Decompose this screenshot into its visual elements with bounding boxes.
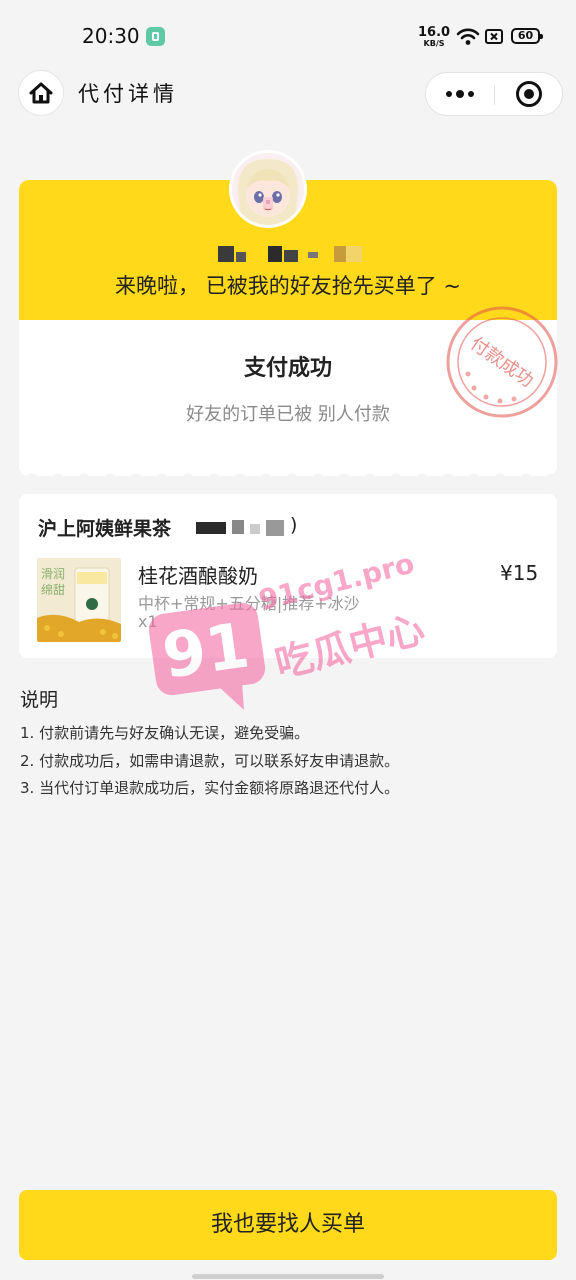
more-dots-icon bbox=[446, 90, 474, 98]
svg-text:滑润: 滑润 bbox=[41, 567, 65, 581]
network-speed-unit: KB/S bbox=[423, 39, 445, 48]
note-item: 3. 当代付订单退款成功后，实付金额将原路退还代付人。 bbox=[20, 779, 400, 797]
svg-text:吃瓜中心: 吃瓜中心 bbox=[271, 607, 428, 686]
watermark-overlay: 91 91cg1.pro 吃瓜中心 bbox=[148, 548, 428, 710]
payment-success-stamp: 付款成功 bbox=[446, 306, 558, 418]
close-button[interactable] bbox=[495, 73, 563, 115]
product-image: 滑润 绵甜 bbox=[37, 558, 121, 642]
more-button[interactable] bbox=[426, 73, 494, 115]
notes-title: 说明 bbox=[20, 689, 59, 711]
note-item: 2. 付款成功后，如需申请退款，可以联系好友申请退款。 bbox=[20, 752, 400, 770]
network-speed: 16.0 KB/S bbox=[418, 26, 450, 48]
result-message: 来晚啦， 已被我的好友抢先买单了 ~ bbox=[115, 274, 461, 298]
masked-shop-branch bbox=[192, 516, 296, 540]
svg-text:付款成功: 付款成功 bbox=[466, 333, 537, 391]
home-icon bbox=[29, 82, 53, 104]
app-notification-icon bbox=[146, 27, 165, 46]
shop-name: 沪上阿姨鲜果茶 bbox=[38, 518, 172, 540]
status-time: 20:30 bbox=[82, 24, 140, 48]
find-someone-to-pay-button[interactable]: 我也要找人买单 bbox=[19, 1190, 557, 1260]
home-indicator[interactable] bbox=[192, 1274, 384, 1279]
sim-icon bbox=[485, 29, 503, 44]
page-title: 代付详情 bbox=[78, 82, 178, 106]
target-close-icon bbox=[516, 81, 542, 107]
home-button[interactable] bbox=[18, 70, 64, 116]
note-item: 1. 付款前请先与好友确认无误，避免受骗。 bbox=[20, 724, 310, 742]
svg-text:91: 91 bbox=[158, 608, 254, 692]
battery-icon: 60 bbox=[511, 28, 543, 44]
product-price: ¥15 bbox=[500, 561, 539, 585]
network-speed-value: 16.0 bbox=[418, 25, 451, 40]
masked-friend-name bbox=[210, 244, 370, 266]
status-bar: 20:30 16.0 KB/S 60 bbox=[0, 0, 576, 72]
svg-text:91cg1.pro: 91cg1.pro bbox=[255, 548, 417, 617]
wifi-icon bbox=[456, 28, 480, 45]
card-scallop-edge bbox=[19, 466, 557, 480]
svg-text:绵甜: 绵甜 bbox=[41, 583, 65, 597]
shop-name-tail: ) bbox=[290, 514, 298, 536]
avatar bbox=[229, 150, 307, 228]
mini-program-capsule bbox=[425, 72, 563, 116]
